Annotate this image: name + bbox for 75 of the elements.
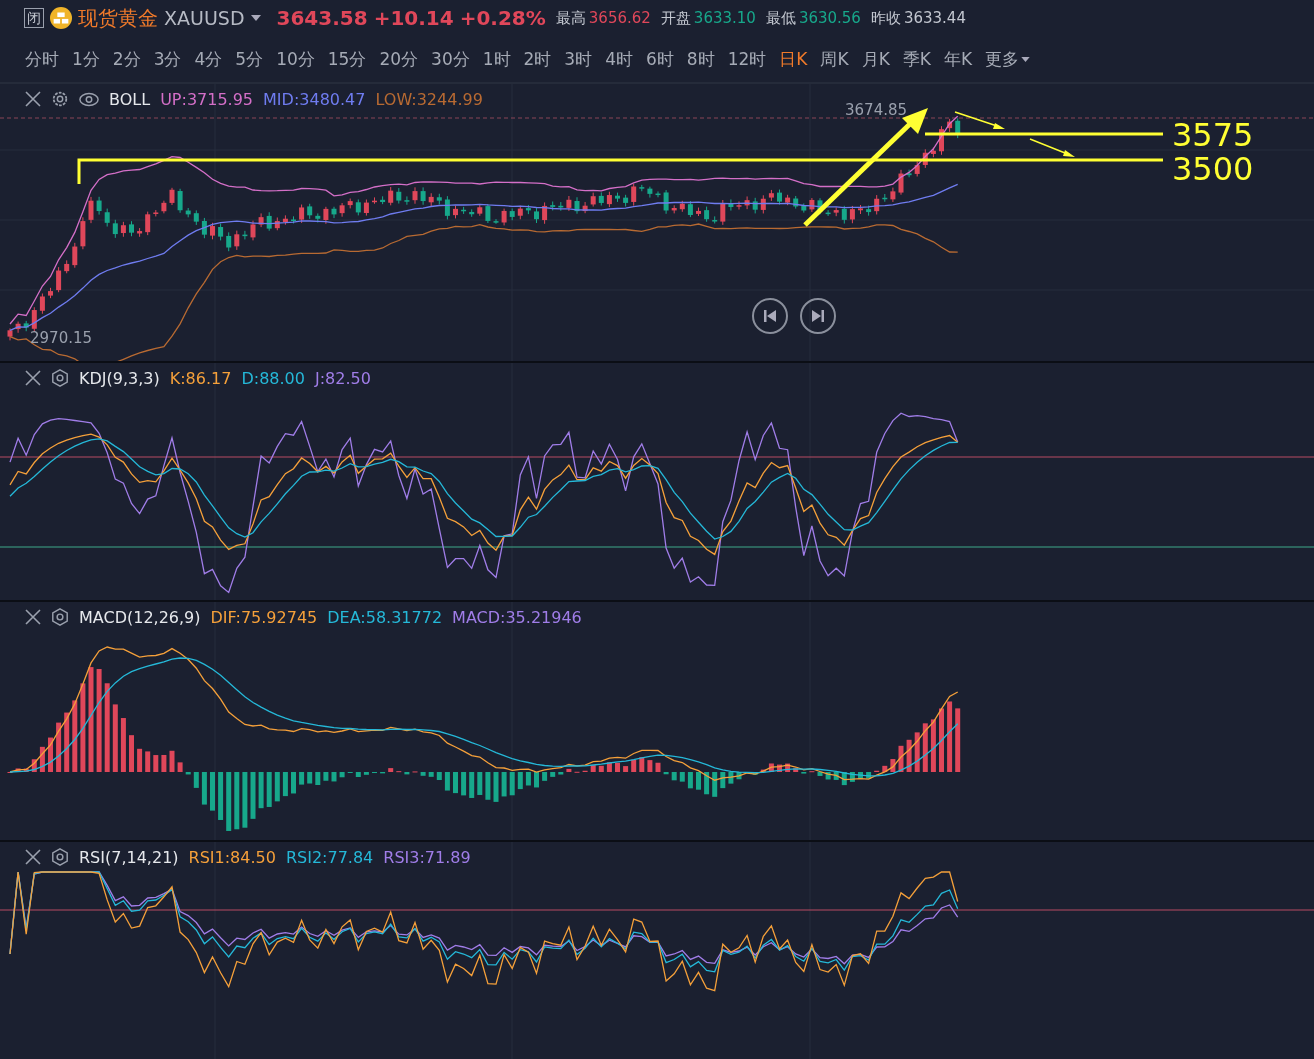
timeframe-tab[interactable]: 20分 [379,47,419,71]
caret-icon [1021,56,1031,62]
stat-label: 最高 [555,8,586,28]
timeframe-tab[interactable]: 2时 [523,47,552,71]
indicator-title: MACD(12,26,9) [79,607,201,627]
indicator-value: D:88.00 [241,368,305,388]
skip-forward-icon [812,310,824,322]
indicator-value: DIF:75.92745 [210,607,318,627]
timeframe-tab[interactable]: 10分 [276,47,315,71]
indicator-value: K:86.17 [169,368,232,388]
level-label: 3575 [1172,118,1254,152]
indicator-value: RSI3:71.89 [383,847,471,867]
timeframe-tab[interactable]: 月K [861,47,890,71]
price-label: 2970.15 [30,329,93,347]
timeframe-tab[interactable]: 3时 [564,47,593,71]
indicator-title: BOLL [109,89,151,109]
stat-value: 3633.44 [903,9,966,27]
previous-button[interactable] [752,298,788,334]
caret-icon [250,15,261,21]
timeframe-tab[interactable]: 1时 [482,47,511,71]
indicator-value: DEA:58.31772 [327,607,443,627]
timeframe-tab[interactable]: 6时 [646,47,674,71]
indicator-value: RSI1:84.50 [188,847,276,867]
stat-value: 3630.56 [798,9,861,27]
skip-back-icon [764,310,776,322]
timeframe-tab[interactable]: 年K [943,47,973,71]
indicator-value: MACD:35.21946 [452,607,582,627]
timeframe-tab[interactable]: 15分 [327,47,367,71]
eye-icon[interactable] [79,91,99,107]
timeframe-tab[interactable]: 日K [779,47,808,71]
timeframe-tab[interactable]: 1分 [72,47,100,71]
indicator-value: MID:3480.47 [263,89,366,109]
timeframe-tab[interactable]: 2分 [112,47,141,71]
indicator-value: J:82.50 [314,368,371,388]
timeframe-tab[interactable]: 周K [820,47,849,71]
timeframe-tab[interactable]: 3分 [153,47,182,71]
settings-icon[interactable] [51,369,69,387]
instrument-name: 现货黄金 [78,4,158,32]
timeframe-tab[interactable]: 4分 [194,47,223,71]
arrow [1029,138,1075,157]
timeframe-tab[interactable]: 5分 [235,47,264,71]
arrow [954,111,1005,129]
indicator-value: LOW:3244.99 [375,89,483,109]
settings-icon[interactable] [51,608,69,626]
timeframe-tab[interactable]: 季K [902,47,931,71]
timeframe-tab[interactable]: 更多 [985,47,1031,71]
timeframe-tab[interactable]: 分时 [25,47,59,71]
close-icon[interactable] [25,849,41,865]
stat-label: 昨收 [870,8,901,28]
indicator-value: UP:3715.95 [160,89,254,109]
stat-value: 3633.10 [693,9,756,27]
symbol-selector[interactable]: XAUUSD [164,7,261,29]
price-label: 3674.85 [845,101,908,119]
close-icon[interactable] [25,370,41,386]
close-icon[interactable] [25,91,41,107]
timeframe-tab[interactable]: 4时 [605,47,633,71]
percent-change: +0.28% [459,6,546,30]
timeframe-tab[interactable]: 12时 [727,47,767,71]
timeframe-tab[interactable]: 30分 [431,47,470,71]
price-change: +10.14 [373,6,454,30]
stat-value: 3656.62 [588,9,651,27]
close-button[interactable]: 闭 [24,8,44,28]
stat-label: 最低 [765,8,796,28]
next-button[interactable] [800,298,836,334]
settings-icon[interactable] [51,848,69,866]
timeframe-tab[interactable]: 8时 [686,47,715,71]
stat-label: 开盘 [660,8,691,28]
last-price: 3643.58 [276,6,368,30]
settings-icon[interactable] [51,90,69,108]
level-label: 3500 [1172,152,1254,186]
indicator-value: RSI2:77.84 [285,847,374,867]
indicator-title: KDJ(9,3,3) [79,368,160,388]
indicator-title: RSI(7,14,21) [79,847,179,867]
close-icon[interactable] [25,609,41,625]
coin-icon [50,7,72,29]
